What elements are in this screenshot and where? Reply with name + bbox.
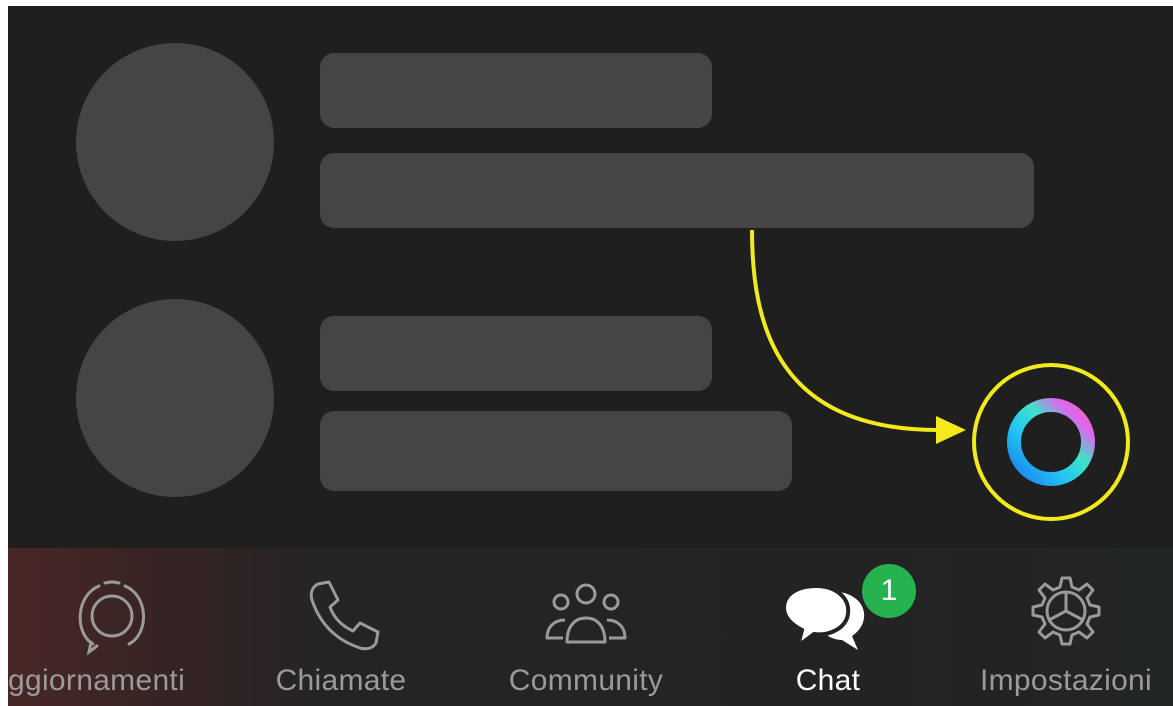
meta-ai-button[interactable] [972,363,1130,521]
tab-label: Impostazioni [979,664,1152,697]
tab-bar: ggiornamenti Chiamate Community 1 Chat I… [8,548,1173,706]
community-icon [545,583,627,644]
meta-ai-ring-icon [1007,398,1095,486]
tab-label: ggiornamenti [8,664,186,697]
tab-label: Chiamate [275,664,407,697]
skeleton-title-bar [320,53,712,128]
tab-calls[interactable]: Chiamate [246,548,436,706]
skeleton-avatar [76,43,274,241]
tab-community[interactable]: Community [486,548,686,706]
app-screen: ggiornamenti Chiamate Community 1 Chat I… [8,6,1173,706]
gear-icon [1031,576,1101,646]
tab-label: Chat [795,664,861,697]
phone-icon [309,580,380,651]
skeleton-title-bar [320,316,712,391]
tab-chat[interactable]: 1 Chat [748,548,916,706]
updates-icon [78,580,145,656]
tab-label: Community [508,664,664,697]
tab-updates[interactable]: ggiornamenti [8,548,216,706]
skeleton-message-bar [320,153,1034,228]
tab-settings[interactable]: Impostazioni [966,548,1166,706]
skeleton-message-bar [320,411,792,491]
unread-badge: 1 [862,564,916,618]
skeleton-avatar [76,299,274,497]
